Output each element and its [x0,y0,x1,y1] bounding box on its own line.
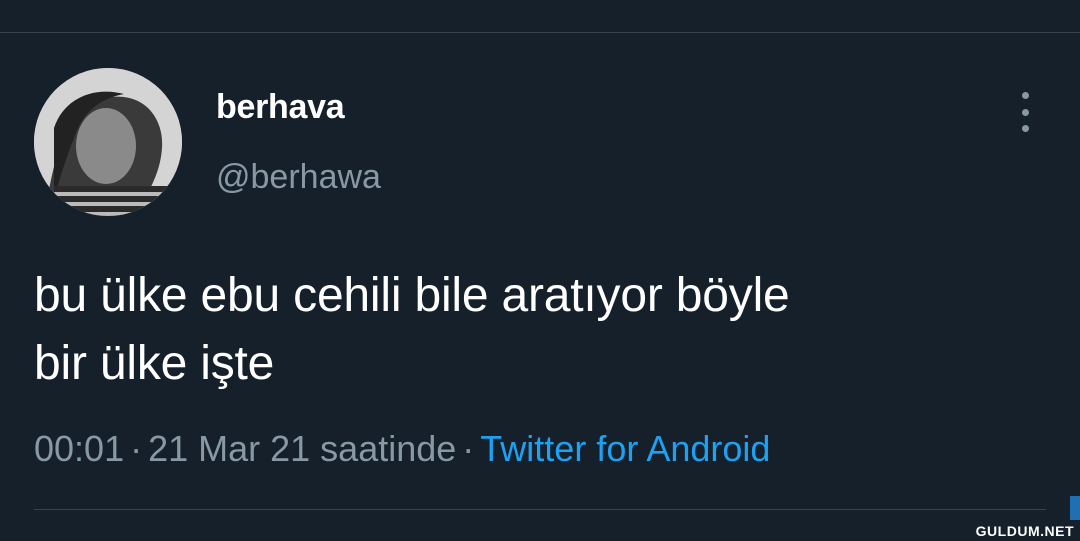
tweet-time[interactable]: 00:01 [34,428,124,469]
bottom-divider [34,509,1046,510]
display-name[interactable]: berhava [216,88,345,127]
tweet-screen: berhava @berhawa bu ülke ebu cehili bile… [0,0,1080,541]
watermark-logo: GULDUM.NET [975,523,1074,539]
tweet-text: bu ülke ebu cehili bile aratıyor böyle b… [34,262,1044,398]
more-dot [1021,92,1029,99]
more-vertical-icon[interactable] [1010,92,1040,132]
top-divider [0,32,1080,33]
tweet-text-line: bir ülke işte [34,337,275,390]
meta-separator: · [462,428,475,469]
more-dot [1021,108,1029,116]
tweet-date[interactable]: 21 Mar 21 saatinde [148,428,456,469]
meta-separator: · [130,428,143,469]
avatar[interactable] [34,68,182,216]
avatar-image [34,68,182,216]
tweet-meta: 00:01 · 21 Mar 21 saatinde · Twitter for And… [34,428,770,470]
more-dot [1021,125,1029,132]
user-handle[interactable]: @berhawa [216,158,381,197]
scroll-edge-bar [1070,496,1080,520]
tweet-text-line: bu ülke ebu cehili bile aratıyor böyle [34,269,790,322]
tweet-source-link[interactable]: Twitter for Android [480,428,770,469]
